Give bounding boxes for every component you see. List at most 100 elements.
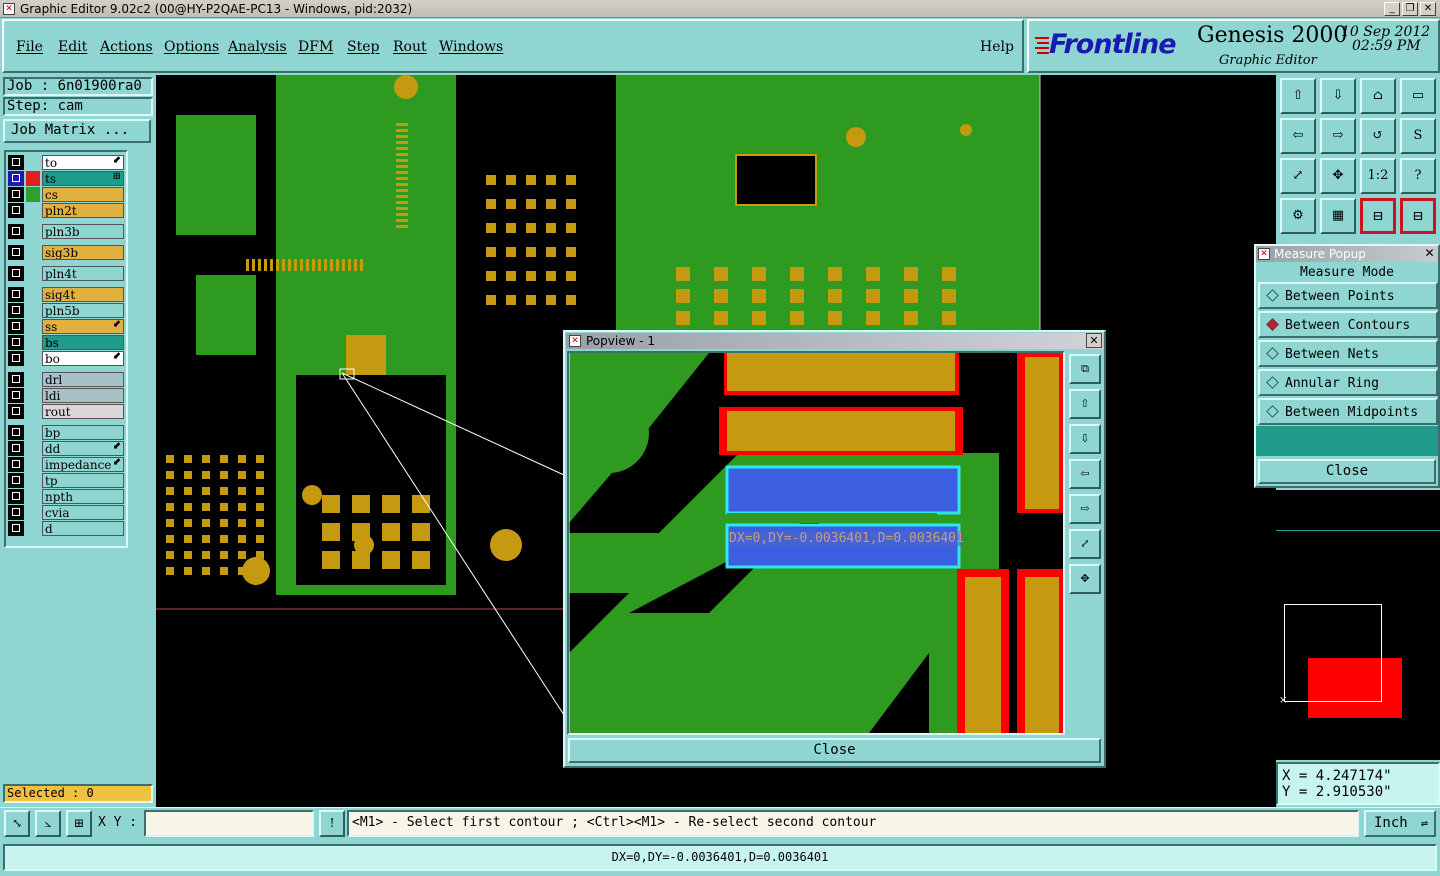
popview-sync-icon[interactable]: ⧉ [1069, 354, 1101, 384]
layer-color-swatch[interactable] [26, 441, 40, 456]
layer-color-swatch[interactable] [26, 335, 40, 350]
menu-analysis[interactable]: Analysis [228, 39, 287, 55]
layer-checkbox[interactable] [8, 351, 24, 366]
popview-left-icon[interactable]: ⇦ [1069, 459, 1101, 489]
layer-color-swatch[interactable] [26, 155, 40, 170]
layer-color-swatch[interactable] [26, 473, 40, 488]
measure-option-between-points[interactable]: Between Points [1258, 282, 1438, 309]
minimize-button[interactable]: _ [1384, 2, 1400, 16]
measure-close-button[interactable]: Close [1258, 459, 1436, 484]
layer-name[interactable]: pln4t [42, 266, 124, 281]
layer-checkbox[interactable] [8, 473, 24, 488]
layer-row-cs[interactable]: cs [8, 187, 124, 202]
layer-row-pln4t[interactable]: pln4t [8, 266, 124, 281]
help-icon[interactable]: ? [1400, 158, 1436, 194]
layer-color-swatch[interactable] [26, 388, 40, 403]
s-curve-icon[interactable]: S [1400, 118, 1436, 154]
home-icon[interactable]: ⌂ [1360, 78, 1396, 114]
grid-icon[interactable]: ▦ [1320, 198, 1356, 234]
layer-name[interactable]: sig4t [42, 287, 124, 302]
layer-row-sig4t[interactable]: sig4t [8, 287, 124, 302]
overview-map[interactable]: × [1276, 490, 1440, 760]
radio-diamond-icon[interactable] [1266, 405, 1279, 418]
layer-name[interactable]: bp [42, 425, 124, 440]
layer-row-ss[interactable]: ss ⬋ [8, 319, 124, 334]
radio-diamond-icon[interactable] [1266, 376, 1279, 389]
layer-row-drl[interactable]: drl [8, 372, 124, 387]
layer-color-swatch[interactable] [26, 372, 40, 387]
layer-row-cvia[interactable]: cvia [8, 505, 124, 520]
rotate-icon[interactable]: ↺ [1360, 118, 1396, 154]
layer-checkbox[interactable] [8, 224, 24, 239]
restore-button[interactable]: ❐ [1402, 2, 1418, 16]
layer-row-rout[interactable]: rout [8, 404, 124, 419]
window-icon[interactable]: ▭ [1400, 78, 1436, 114]
menu-step[interactable]: Step [347, 39, 379, 55]
popview-right-icon[interactable]: ⇨ [1069, 494, 1101, 524]
menu-dfm[interactable]: DFM [298, 39, 333, 55]
layer-color-swatch[interactable] [26, 489, 40, 504]
menu-file[interactable]: File [16, 39, 43, 55]
layer-color-swatch[interactable] [26, 203, 40, 218]
center-icon[interactable]: ✥ [1320, 158, 1356, 194]
menu-edit[interactable]: Edit [58, 39, 87, 55]
layer-checkbox[interactable] [8, 266, 24, 281]
layer-color-swatch[interactable] [26, 224, 40, 239]
pan-left-icon[interactable]: ⇦ [1280, 118, 1316, 154]
layer-color-swatch[interactable] [26, 266, 40, 281]
layer-row-bp[interactable]: bp [8, 425, 124, 440]
layer-name[interactable]: drl [42, 372, 124, 387]
layer-color-swatch[interactable] [26, 351, 40, 366]
grid-snap-icon[interactable]: ⊞ [66, 810, 92, 837]
zoom-down-icon[interactable]: ⇩ [1320, 78, 1356, 114]
layer-checkbox[interactable] [8, 155, 24, 170]
layer-name[interactable]: npth [42, 489, 124, 504]
layer-name[interactable]: pln2t [42, 203, 124, 218]
layer-color-swatch[interactable] [26, 287, 40, 302]
radio-diamond-icon[interactable] [1266, 318, 1279, 331]
layer-name[interactable]: cvia [42, 505, 124, 520]
layer-color-swatch[interactable] [26, 521, 40, 536]
layer-row-bs[interactable]: bs [8, 335, 124, 350]
layer-color-swatch[interactable] [26, 404, 40, 419]
layer-checkbox[interactable] [8, 303, 24, 318]
layer-name[interactable]: rout [42, 404, 124, 419]
settings-icon[interactable]: ⚙ [1280, 198, 1316, 234]
menu-actions[interactable]: Actions [100, 39, 153, 55]
popview-center-icon[interactable]: ✥ [1069, 564, 1101, 594]
layer-row-npth[interactable]: npth [8, 489, 124, 504]
layer-color-swatch[interactable] [26, 303, 40, 318]
angle-tool-icon[interactable]: ⦣ [35, 810, 61, 837]
layer-name[interactable]: ldi [42, 388, 124, 403]
layer-name[interactable]: bs [42, 335, 124, 350]
layer-checkbox[interactable] [8, 171, 24, 186]
measure-option-between-nets[interactable]: Between Nets [1258, 340, 1438, 367]
popview-close-icon[interactable]: ✕ [1086, 333, 1102, 348]
menu-windows[interactable]: Windows [439, 39, 503, 55]
layer-row-bo[interactable]: bo ⬋ [8, 351, 124, 366]
layer-checkbox[interactable] [8, 489, 24, 504]
measure-option-between-midpoints[interactable]: Between Midpoints [1258, 398, 1438, 425]
popview-canvas[interactable]: DX=0,DY=-0.0036401,D=0.0036401 [567, 351, 1065, 735]
menu-options[interactable]: Options [164, 39, 219, 55]
layer-name[interactable]: cs [42, 187, 124, 202]
layer-color-swatch[interactable] [26, 171, 40, 186]
layer-row-d[interactable]: d [8, 521, 124, 536]
measure-popup-close-icon[interactable]: ✕ [1422, 247, 1437, 261]
layer-row-pln3b[interactable]: pln3b [8, 224, 124, 239]
net-icon[interactable]: ⊟ [1400, 198, 1436, 234]
snap-tool-icon[interactable]: ⤡ [4, 810, 30, 837]
layer-checkbox[interactable] [8, 319, 24, 334]
layer-color-swatch[interactable] [26, 425, 40, 440]
layer-row-dd[interactable]: dd ⬋ [8, 441, 124, 456]
popview-close-button[interactable]: Close [568, 738, 1101, 763]
fit-icon[interactable]: ⤢ [1280, 158, 1316, 194]
layer-color-swatch[interactable] [26, 245, 40, 260]
zoom-home-icon[interactable]: ⇧ [1280, 78, 1316, 114]
close-window-button[interactable]: ✕ [1420, 2, 1436, 16]
layer-color-swatch[interactable] [26, 457, 40, 472]
layer-row-ldi[interactable]: ldi [8, 388, 124, 403]
layer-checkbox[interactable] [8, 404, 24, 419]
scale-icon[interactable]: 1:2 [1360, 158, 1396, 194]
menu-rout[interactable]: Rout [393, 39, 427, 55]
